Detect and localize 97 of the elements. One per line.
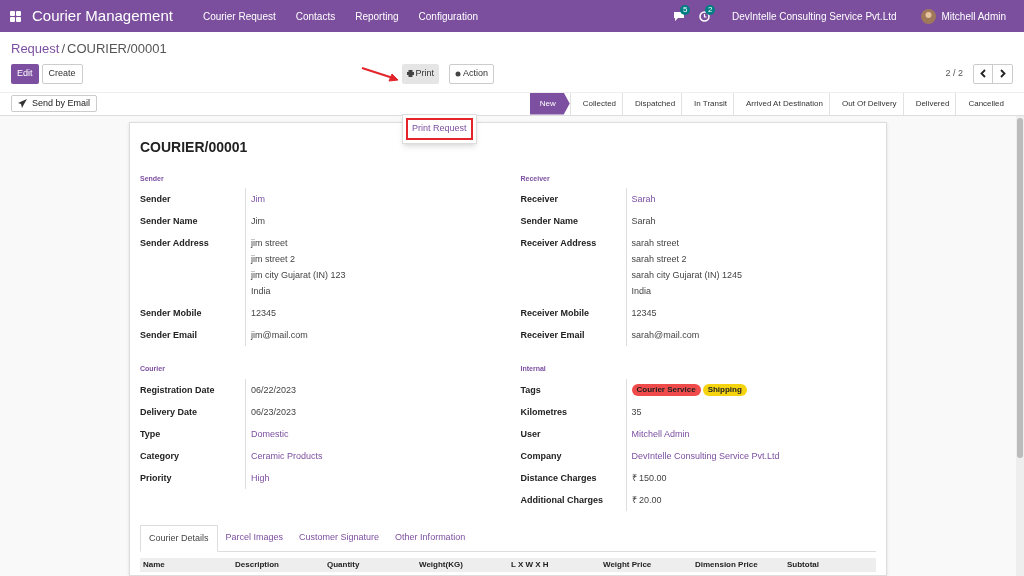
chat-icon[interactable] bbox=[673, 10, 685, 22]
print-button[interactable]: Print bbox=[401, 63, 440, 84]
count-badge: 5 bbox=[680, 4, 691, 15]
field-value: sarah street bbox=[631, 237, 681, 249]
field-link[interactable]: Ceramic Products bbox=[251, 449, 496, 462]
field-label: Additional Charges bbox=[520, 493, 604, 507]
field-value: sarah@mail.com bbox=[631, 329, 701, 341]
clock-icon[interactable] bbox=[699, 10, 710, 22]
dropdown-item[interactable]: Print Request bbox=[406, 118, 473, 140]
status-step[interactable]: New bbox=[529, 92, 570, 115]
company-name[interactable]: DevIntelle Consulting Service Pvt.Ltd bbox=[732, 8, 897, 24]
pointer-arrow bbox=[360, 65, 399, 82]
breadcrumb-link[interactable]: Request bbox=[11, 39, 60, 59]
column-header: Subtotal bbox=[786, 559, 820, 571]
field-value: 06/22/2023 bbox=[251, 383, 298, 396]
field-label: Receiver bbox=[520, 193, 560, 206]
status-step[interactable]: Collected bbox=[569, 92, 623, 115]
column-header: L X W X H bbox=[510, 559, 550, 571]
send-icon bbox=[18, 99, 27, 108]
user-name[interactable]: Mitchell Admin bbox=[941, 8, 1006, 24]
apps-grid-icon[interactable] bbox=[10, 10, 21, 22]
field-value: 35 bbox=[631, 405, 643, 418]
field-label: Receiver Address bbox=[520, 237, 598, 250]
field-value: India bbox=[251, 285, 272, 297]
edit-button[interactable]: Edit bbox=[11, 63, 39, 84]
field-label: Sender Name bbox=[140, 215, 199, 228]
status-step[interactable]: Delivered bbox=[902, 92, 956, 115]
status-step[interactable]: Dispatched bbox=[622, 92, 682, 115]
column-header: Description bbox=[234, 559, 280, 571]
notebook-tab[interactable]: Courier Details bbox=[140, 524, 218, 552]
count-badge: 2 bbox=[705, 4, 716, 15]
chevron-right-icon bbox=[999, 69, 1006, 78]
field-value: 12345 bbox=[251, 307, 278, 319]
record-title: COURIER/00001 bbox=[140, 137, 249, 157]
field-link[interactable]: DevIntelle Consulting Service Pvt.Ltd bbox=[631, 449, 876, 462]
field-value: jim city Gujarat (IN) 123 bbox=[251, 269, 347, 281]
notebook-tab[interactable]: Other Information bbox=[387, 524, 474, 551]
field-value: jim@mail.com bbox=[251, 329, 309, 341]
field-value: 06/23/2023 bbox=[251, 405, 298, 418]
app-title[interactable]: Courier Management bbox=[32, 4, 173, 28]
field-label: Sender Name bbox=[520, 215, 580, 228]
field-value: ₹ 150.00 bbox=[631, 471, 668, 484]
field-link[interactable]: Mitchell Admin bbox=[631, 427, 876, 440]
field-value: ₹ 20.00 bbox=[631, 493, 663, 506]
chevron-left-icon bbox=[980, 69, 986, 78]
tag: Courier Service bbox=[631, 383, 701, 396]
status-step[interactable]: In Transit bbox=[681, 92, 733, 115]
field-link[interactable]: Domestic bbox=[251, 427, 496, 440]
breadcrumb-separator: / bbox=[61, 40, 66, 58]
field-label: Receiver Email bbox=[520, 329, 586, 342]
field-value: jim street bbox=[251, 237, 289, 249]
field-label: Company bbox=[520, 449, 563, 463]
menu-item[interactable]: Contacts bbox=[285, 8, 346, 24]
column-header: Weight Price bbox=[602, 559, 653, 571]
field-label: Category bbox=[140, 449, 180, 463]
field-value: jim street 2 bbox=[251, 253, 296, 265]
field-label: Registration Date bbox=[140, 383, 216, 397]
pager-value: 2 / 2 bbox=[945, 66, 963, 80]
field-label: Delivery Date bbox=[140, 405, 199, 419]
menu-item[interactable]: Reporting bbox=[345, 8, 409, 24]
field-label: Receiver Mobile bbox=[520, 307, 591, 320]
field-label: Kilometres bbox=[520, 405, 569, 419]
column-header: Name bbox=[142, 559, 166, 571]
field-value: 12345 bbox=[631, 307, 658, 319]
notebook-tab[interactable]: Parcel Images bbox=[217, 524, 292, 551]
action-button[interactable]: Action bbox=[449, 63, 495, 84]
field-label: Distance Charges bbox=[520, 471, 598, 485]
status-step[interactable]: Out Of Delivery bbox=[828, 92, 903, 115]
column-header: Weight(KG) bbox=[418, 559, 464, 571]
send-email-button[interactable]: Send by Email bbox=[11, 95, 98, 112]
field-label: Priority bbox=[140, 471, 173, 485]
column-header: Dimension Price bbox=[694, 559, 759, 571]
notebook-tab[interactable]: Customer Signature bbox=[291, 524, 388, 551]
menu-item[interactable]: Courier Request bbox=[192, 8, 286, 24]
column-header: Quantity bbox=[326, 559, 361, 571]
field-link[interactable]: Jim bbox=[251, 193, 496, 205]
field-label: Sender Mobile bbox=[140, 307, 203, 320]
menu-item[interactable]: Configuration bbox=[408, 8, 489, 24]
field-value: sarah city Gujarat (IN) 1245 bbox=[631, 269, 744, 281]
field-value: Sarah bbox=[631, 215, 657, 227]
tag: Shipping bbox=[702, 383, 747, 396]
field-label: User bbox=[520, 427, 542, 441]
field-label: Tags bbox=[520, 383, 542, 397]
field-link[interactable]: High bbox=[251, 471, 496, 484]
field-label: Sender bbox=[140, 193, 172, 206]
status-step[interactable]: Cancelled bbox=[955, 92, 1010, 115]
create-button[interactable]: Create bbox=[41, 63, 83, 84]
field-value: India bbox=[631, 285, 653, 297]
breadcrumb-current: COURIER/00001 bbox=[67, 40, 167, 58]
field-value: sarah street 2 bbox=[631, 253, 688, 265]
field-value: Jim bbox=[251, 215, 266, 227]
status-step[interactable]: Arrived At Destination bbox=[733, 92, 829, 115]
field-link[interactable]: Sarah bbox=[631, 193, 876, 205]
field-label: Sender Address bbox=[140, 237, 210, 250]
field-label: Sender Email bbox=[140, 329, 199, 342]
avatar-icon[interactable] bbox=[920, 8, 936, 24]
field-label: Type bbox=[140, 427, 162, 441]
